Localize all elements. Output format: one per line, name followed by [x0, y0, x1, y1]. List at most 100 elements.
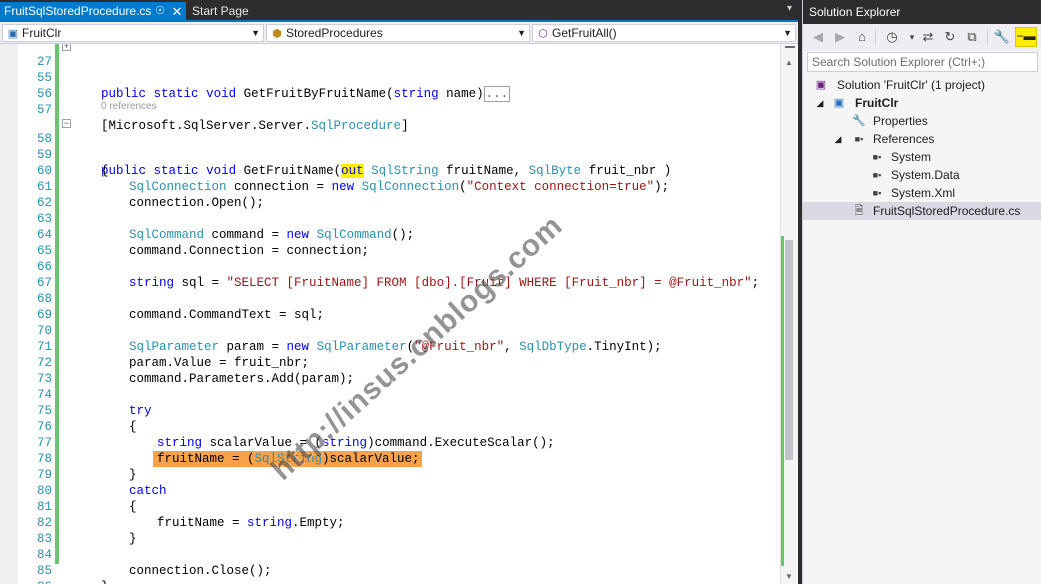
code-line: 86 }	[0, 563, 780, 584]
expanded-arrow-icon[interactable]: ◢	[815, 94, 825, 112]
code-line: 62	[0, 179, 780, 210]
solution-explorer-title[interactable]: Solution Explorer	[803, 0, 1041, 24]
code-line: 60 SqlConnection connection = new SqlCon…	[0, 147, 780, 194]
forward-icon[interactable]: ▶	[831, 28, 849, 46]
sync-icon[interactable]: ⇄	[919, 28, 937, 46]
refresh-icon[interactable]: ↻	[941, 28, 959, 46]
class-icon: ⬢	[272, 28, 282, 40]
tree-item-project[interactable]: ◢ ▣ FruitClr	[803, 94, 1041, 112]
code-line: 57 [Microsoft.SqlServer.Server.SqlProced…	[0, 86, 780, 133]
chevron-down-icon: ▼	[517, 28, 526, 38]
code-line: 72 command.Parameters.Add(param);	[0, 339, 780, 386]
code-line: 55	[0, 54, 780, 85]
code-line: 27 + public static void GetFruitByFruitN…	[0, 44, 780, 102]
code-line: 73	[0, 355, 780, 386]
tree-item-properties[interactable]: 🔧 Properties	[803, 112, 1041, 130]
code-line: 76 string scalarValue = (string)command.…	[0, 403, 780, 450]
line-number: 86	[18, 579, 52, 584]
project-dropdown[interactable]: ▣ FruitClr ▼	[2, 24, 264, 42]
code-line: 59 {	[0, 131, 780, 178]
type-dropdown-value: StoredProcedures	[286, 26, 383, 40]
code-text-area[interactable]: 27 + public static void GetFruitByFruitN…	[0, 44, 798, 584]
code-line: 83	[0, 515, 780, 546]
code-lens-line: 0 references	[0, 101, 780, 113]
close-icon[interactable]: ✕	[170, 2, 184, 21]
code-line: 63 SqlCommand command = new SqlCommand()…	[0, 195, 780, 242]
code-line: 56	[0, 70, 780, 101]
code-line: 70 SqlParameter param = new SqlParameter…	[0, 307, 780, 354]
method-icon: ⬡	[538, 28, 548, 40]
expanded-arrow-icon[interactable]: ◢	[833, 130, 843, 148]
tree-item-references[interactable]: ◢ ■▪ References	[803, 130, 1041, 148]
code-line: 75 {	[0, 387, 780, 434]
code-line: 71 param.Value = fruit_nbr;	[0, 323, 780, 370]
history-icon[interactable]: ◷	[883, 28, 901, 46]
references-codelens[interactable]: 0 references	[101, 101, 157, 113]
assembly-reference-icon: ■▪	[872, 170, 882, 180]
tab-fruitsqlstoredprocedure[interactable]: FruitSqlStoredProcedure.cs ☉ ✕	[0, 2, 186, 22]
code-line: 58 − public static void GetFruitName(out…	[0, 115, 780, 178]
code-editor[interactable]: FruitSqlStoredProcedure.cs ☉ ✕ Start Pag…	[0, 0, 798, 584]
tree-item-label: System	[891, 150, 932, 164]
code-line: 69	[0, 291, 780, 322]
code-line: 68 command.CommandText = sql;	[0, 275, 780, 322]
split-handle-icon[interactable]	[785, 46, 795, 54]
code-text: }	[101, 579, 109, 584]
solution-search-input[interactable]: Search Solution Explorer (Ctrl+;)	[807, 52, 1038, 72]
tree-item-label: FruitClr	[855, 96, 899, 110]
code-line: 65	[0, 227, 780, 258]
tree-item-label: Solution 'FruitClr' (1 project)	[837, 78, 985, 92]
tree-item-label: References	[873, 132, 935, 146]
expand-icon[interactable]: +	[62, 44, 71, 51]
tab-label: Start Page	[192, 4, 249, 18]
preview-selected-icon[interactable]: −▬	[1015, 27, 1037, 47]
tree-item-reference[interactable]: ■▪ System.Data	[803, 166, 1041, 184]
assembly-reference-icon: ■▪	[872, 188, 882, 198]
code-line: 82 }	[0, 499, 780, 546]
tree-item-label: System.Xml	[891, 186, 956, 200]
home-icon[interactable]: ⌂	[853, 28, 871, 46]
wrench-icon[interactable]: 🔧	[993, 28, 1011, 46]
collapse-all-icon[interactable]: ⧉	[963, 28, 981, 46]
code-line: 78 }	[0, 435, 780, 482]
navigation-bar: ▣ FruitClr ▼ ⬢ StoredProcedures ▼ ⬡ GetFrui…	[0, 22, 798, 44]
code-line: 80 {	[0, 467, 780, 514]
tree-item-file[interactable]: 🗎 FruitSqlStoredProcedure.cs	[803, 202, 1041, 220]
tab-start-page[interactable]: Start Page	[188, 2, 268, 22]
scrollbar-thumb[interactable]	[785, 240, 793, 460]
scroll-up-icon[interactable]: ▲	[785, 58, 793, 67]
tree-item-solution[interactable]: ▣ Solution 'FruitClr' (1 project)	[803, 76, 1041, 94]
solution-icon: ▣	[815, 79, 827, 91]
code-line: 61 connection.Open();	[0, 163, 780, 210]
back-icon[interactable]: ◀	[809, 28, 827, 46]
tree-item-label: FruitSqlStoredProcedure.cs	[873, 204, 1021, 218]
tree-item-reference[interactable]: ■▪ System.Xml	[803, 184, 1041, 202]
tree-item-reference[interactable]: ■▪ System	[803, 148, 1041, 166]
assembly-reference-icon: ■▪	[872, 152, 882, 162]
references-icon: ■▪	[854, 134, 864, 144]
code-line: 66 string sql = "SELECT [FruitName] FROM…	[0, 243, 780, 290]
scroll-down-icon[interactable]: ▼	[785, 572, 793, 581]
code-line: 79 catch	[0, 451, 780, 498]
tree-item-label: Properties	[873, 114, 928, 128]
toolbar-separator	[875, 30, 876, 45]
tab-overflow-dropdown-icon[interactable]: ▾	[787, 3, 792, 14]
code-line: 84 connection.Close();	[0, 531, 780, 578]
vertical-scrollbar[interactable]: ▲ ▼	[780, 44, 798, 584]
solution-explorer-panel: Solution Explorer ◀ ▶ ⌂ ◷ ▾ ⇄ ↻ ⧉ 🔧 −▬ S…	[802, 0, 1041, 584]
solution-tree: ▣ Solution 'FruitClr' (1 project) ◢ ▣ Fr…	[803, 76, 1041, 584]
pin-icon[interactable]: ☉	[154, 2, 166, 21]
code-line: 85 }	[0, 547, 780, 584]
change-marker	[781, 236, 784, 566]
collapse-icon[interactable]: −	[62, 119, 71, 128]
code-line: 67	[0, 259, 780, 290]
code-line: 74 try	[0, 371, 780, 418]
csharp-project-icon: ▣	[833, 97, 845, 109]
member-dropdown[interactable]: ⬡ GetFruitAll() ▼	[532, 24, 796, 42]
document-tab-bar: FruitSqlStoredProcedure.cs ☉ ✕ Start Pag…	[0, 0, 798, 22]
tab-label: FruitSqlStoredProcedure.cs	[4, 4, 152, 18]
solution-explorer-toolbar: ◀ ▶ ⌂ ◷ ▾ ⇄ ↻ ⧉ 🔧 −▬	[803, 24, 1041, 51]
type-dropdown[interactable]: ⬢ StoredProcedures ▼	[266, 24, 530, 42]
tree-item-label: System.Data	[891, 168, 960, 182]
toolbar-separator	[987, 30, 988, 45]
